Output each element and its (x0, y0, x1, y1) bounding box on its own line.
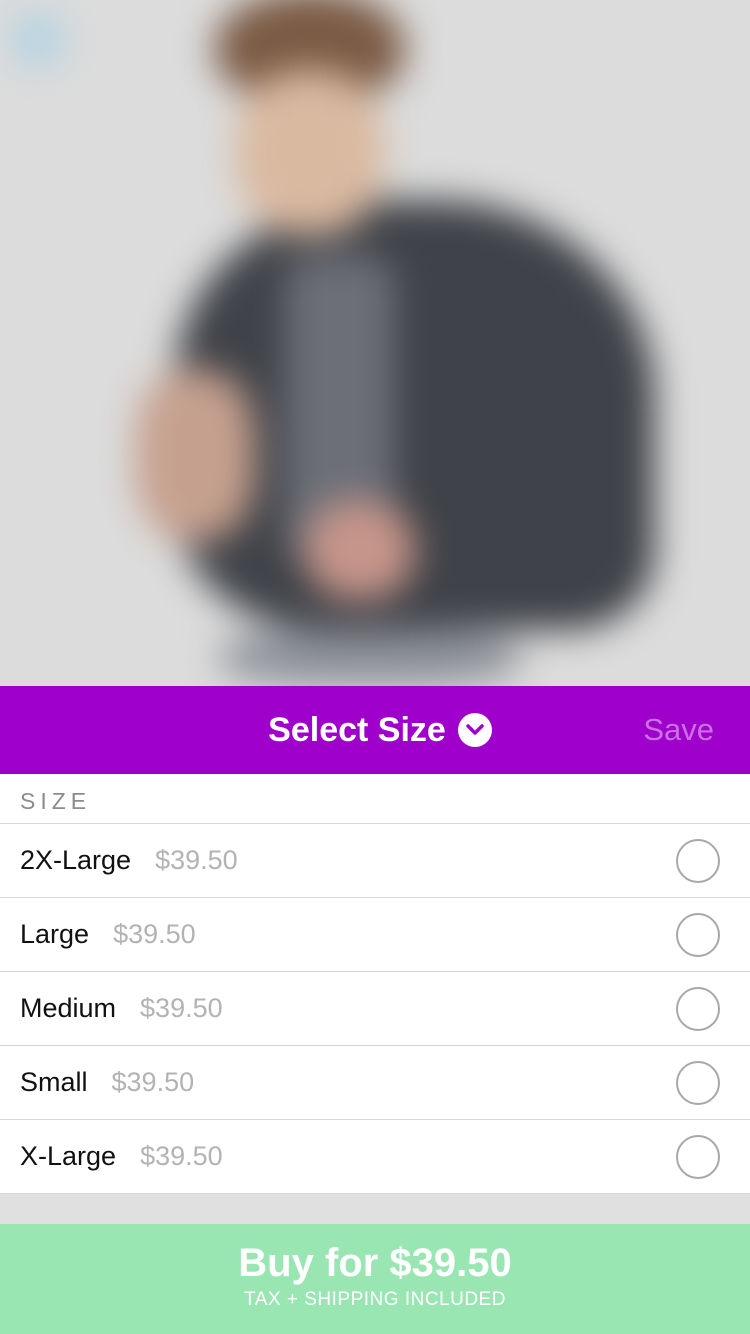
radio-button[interactable] (676, 838, 720, 883)
product-image (0, 0, 750, 686)
radio-button[interactable] (676, 1134, 720, 1179)
size-option-medium[interactable]: Medium $39.50 (0, 972, 750, 1046)
radio-button[interactable] (676, 1060, 720, 1105)
size-option-large[interactable]: Large $39.50 (0, 898, 750, 972)
buy-button[interactable]: Buy for $39.50 TAX + SHIPPING INCLUDED (0, 1224, 750, 1334)
size-price: $39.50 (140, 993, 223, 1023)
size-name: X-Large (20, 1141, 117, 1171)
size-list: SIZE 2X-Large $39.50 Large $39.50 Medium… (0, 774, 750, 1194)
radio-button[interactable] (676, 986, 720, 1031)
size-price: $39.50 (155, 845, 238, 875)
chevron-down-circle-icon (457, 713, 492, 747)
buy-label: Buy for $39.50 (238, 1241, 512, 1285)
size-price: $39.50 (140, 1141, 223, 1171)
size-name: 2X-Large (20, 845, 132, 875)
radio-button[interactable] (676, 912, 720, 957)
section-header: SIZE (0, 774, 750, 824)
header-title: Select Size (268, 710, 446, 749)
size-option-2x-large[interactable]: 2X-Large $39.50 (0, 824, 750, 898)
save-button[interactable]: Save (643, 686, 714, 774)
buy-subtitle: TAX + SHIPPING INCLUDED (244, 1289, 506, 1310)
size-picker-header: Select Size Save (0, 686, 750, 774)
size-price: $39.50 (113, 919, 196, 949)
select-size-toggle[interactable]: Select Size (0, 686, 750, 774)
size-price: $39.50 (111, 1067, 195, 1097)
size-name: Small (20, 1067, 88, 1097)
size-option-x-large[interactable]: X-Large $39.50 (0, 1120, 750, 1194)
size-name: Medium (20, 993, 117, 1023)
size-option-small[interactable]: Small $39.50 (0, 1046, 750, 1120)
size-name: Large (20, 919, 90, 949)
